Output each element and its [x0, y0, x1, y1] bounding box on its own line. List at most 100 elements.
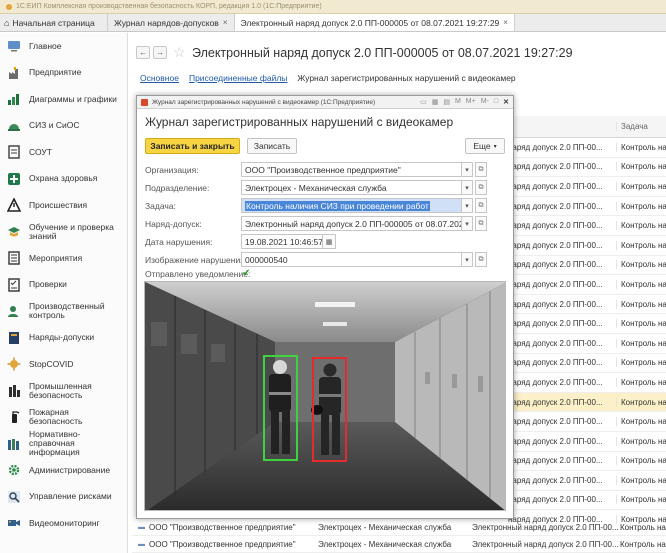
tab-home[interactable]: ⌂ Начальная страница: [0, 14, 108, 31]
sidebar-item-production-control[interactable]: Производственный контроль: [0, 298, 127, 325]
org-field[interactable]: ООО "Производственное предприятие": [241, 162, 462, 177]
date-field[interactable]: 19.08.2021 10:46:57: [241, 234, 323, 249]
open-link-icon[interactable]: ⧉: [475, 180, 487, 195]
table-row[interactable]: ▬ ООО "Производственное предприятие" Элек…: [132, 519, 666, 536]
sidebar-item-risk[interactable]: Управление рисками: [0, 484, 127, 511]
sidebar-item-permits[interactable]: Наряды-допуски: [0, 325, 127, 352]
dropdown-icon[interactable]: ▾: [462, 162, 473, 177]
table-row[interactable]: наряд допуск 2.0 ПП-00... Контроль на: [506, 373, 666, 393]
table-row[interactable]: наряд допуск 2.0 ПП-00... Контроль на: [506, 412, 666, 432]
permit-field[interactable]: Электронный наряд допуск 2.0 ПП-000005 о…: [241, 216, 462, 231]
table-row[interactable]: ▬ ООО "Производственное предприятие" Элек…: [132, 536, 666, 553]
permit-cell: наряд допуск 2.0 ПП-00...: [508, 279, 603, 289]
table-row[interactable]: наряд допуск 2.0 ПП-00... Контроль на: [506, 471, 666, 491]
task-cell: Контроль на: [616, 475, 666, 485]
memory-minus-icon[interactable]: M-: [481, 98, 489, 106]
table-row[interactable]: наряд допуск 2.0 ПП-00... Контроль на: [506, 197, 666, 217]
sidebar-item-incidents[interactable]: Происшествия: [0, 192, 127, 219]
industrial-icon: [6, 383, 21, 398]
link-main[interactable]: Основное: [140, 73, 179, 83]
table-row[interactable]: наряд допуск 2.0 ПП-00... Контроль на: [506, 354, 666, 374]
sidebar-item-charts[interactable]: Диаграммы и графики: [0, 86, 127, 113]
tab-label: Журнал нарядов-допусков: [114, 17, 219, 28]
maximize-icon[interactable]: □: [494, 98, 498, 106]
permit-cell: наряд допуск 2.0 ПП-00...: [508, 456, 603, 466]
open-link-icon[interactable]: ⧉: [475, 198, 487, 213]
home-icon: ⌂: [4, 17, 10, 28]
favorite-star-icon[interactable]: ☆: [173, 44, 186, 61]
sidebar-item-checks[interactable]: Проверки: [0, 272, 127, 299]
sidebar-item-main[interactable]: Главное: [0, 33, 127, 60]
sidebar-item-label: Администрирование: [29, 464, 111, 475]
column-header[interactable]: Задача: [616, 122, 666, 131]
table-row[interactable]: наряд допуск 2.0 ПП-00... Контроль на: [506, 138, 666, 158]
list-icon: [6, 251, 21, 266]
table-row[interactable]: наряд допуск 2.0 ПП-00... Контроль на: [506, 491, 666, 511]
dropdown-icon[interactable]: ▾: [462, 216, 473, 231]
open-link-icon[interactable]: ⧉: [475, 162, 487, 177]
violation-record-dialog: Журнал зарегистрированных нарушений с ви…: [136, 95, 514, 519]
print-icon[interactable]: ▤: [443, 98, 450, 106]
open-link-icon[interactable]: ⧉: [475, 252, 487, 267]
table-row[interactable]: наряд допуск 2.0 ПП-00... Контроль на: [506, 236, 666, 256]
image-field[interactable]: 000000540: [241, 252, 462, 267]
table-row[interactable]: наряд допуск 2.0 ПП-00... Контроль на: [506, 334, 666, 354]
table-row[interactable]: наряд допуск 2.0 ПП-00... Контроль на: [506, 392, 666, 413]
link-attached-files[interactable]: Присоединенные файлы: [189, 73, 287, 83]
close-icon[interactable]: ×: [503, 18, 508, 27]
sidebar-item-measures[interactable]: Мероприятия: [0, 245, 127, 272]
table-row[interactable]: наряд допуск 2.0 ПП-00... Контроль на: [506, 275, 666, 295]
save-button[interactable]: Записать: [247, 138, 297, 154]
sidebar-item-training[interactable]: Обучение и проверка знаний: [0, 219, 127, 246]
table-row[interactable]: наряд допуск 2.0 ПП-00... Контроль на: [506, 177, 666, 197]
table-row[interactable]: наряд допуск 2.0 ПП-00... Контроль на: [506, 295, 666, 315]
notify-label: Отправлено уведомление:: [145, 268, 251, 279]
document-header: ← → ☆ Электронный наряд допуск 2.0 ПП-00…: [128, 33, 666, 95]
sidebar-item-industrial-safety[interactable]: Промышленная безопасность: [0, 378, 127, 405]
sidebar-item-admin[interactable]: Администрирование: [0, 457, 127, 484]
close-icon[interactable]: ✕: [503, 98, 509, 106]
chevron-down-icon: ▾: [493, 143, 497, 150]
permit-cell: наряд допуск 2.0 ПП-00...: [508, 181, 603, 191]
dropdown-icon[interactable]: ▾: [462, 252, 473, 267]
forward-button[interactable]: →: [153, 46, 167, 59]
sidebar-item-ppe[interactable]: СИЗ и СиОС: [0, 113, 127, 140]
dept-field[interactable]: Электроцех - Механическая служба: [241, 180, 462, 195]
more-button[interactable]: Еще ▾: [465, 138, 505, 154]
back-button[interactable]: ←: [136, 46, 150, 59]
tab-permit-journal[interactable]: Журнал нарядов-допусков ×: [108, 14, 235, 31]
task-cell: Контроль на: [616, 279, 666, 289]
sidebar-item-label: Главное: [29, 40, 62, 51]
memory-icon[interactable]: M: [455, 98, 461, 106]
task-field[interactable]: Контроль наличия СИЗ при проведении рабо…: [241, 198, 462, 213]
task-row: Задача: Контроль наличия СИЗ при проведе…: [145, 198, 487, 213]
table-row[interactable]: наряд допуск 2.0 ПП-00... Контроль на: [506, 256, 666, 276]
tab-permit-document[interactable]: Электронный наряд допуск 2.0 ПП-000005 о…: [234, 14, 515, 31]
table-row[interactable]: наряд допуск 2.0 ПП-00... Контроль на: [506, 432, 666, 452]
sidebar-item-enterprise[interactable]: Предприятие: [0, 60, 127, 87]
memory-plus-icon[interactable]: M+: [466, 98, 476, 106]
sidebar-item-sout[interactable]: СОУТ: [0, 139, 127, 166]
sidebar-item-health[interactable]: Охрана здоровья: [0, 166, 127, 193]
sidebar-item-stopcovid[interactable]: StopCOVID: [0, 351, 127, 378]
table-row[interactable]: наряд допуск 2.0 ПП-00... Контроль на: [506, 158, 666, 178]
table-row[interactable]: наряд допуск 2.0 ПП-00... Контроль на: [506, 314, 666, 334]
notify-checkbox[interactable]: ✔: [242, 268, 252, 279]
task-cell: Контроль на: [616, 142, 666, 152]
sidebar-item-video[interactable]: Видеомониторинг: [0, 510, 127, 537]
table-row[interactable]: наряд допуск 2.0 ПП-00... Контроль на: [506, 452, 666, 472]
helmet-icon: [6, 118, 21, 133]
calendar-icon[interactable]: ▦: [323, 234, 336, 249]
open-link-icon[interactable]: ⧉: [475, 216, 487, 231]
table-row[interactable]: наряд допуск 2.0 ПП-00... Контроль на: [506, 216, 666, 236]
books-icon: [6, 436, 21, 451]
sidebar-item-fire-safety[interactable]: Пожарная безопасность: [0, 404, 127, 431]
calendar-icon[interactable]: ▦: [432, 98, 439, 106]
dropdown-icon[interactable]: ▾: [462, 180, 473, 195]
attach-icon[interactable]: ▭: [420, 98, 427, 106]
dropdown-icon[interactable]: ▾: [462, 198, 473, 213]
close-icon[interactable]: ×: [223, 18, 228, 27]
sidebar-item-reference[interactable]: Нормативно-справочная информация: [0, 430, 127, 458]
save-and-close-button[interactable]: Записать и закрыть: [145, 138, 240, 154]
column-header[interactable]: к: [506, 122, 616, 131]
